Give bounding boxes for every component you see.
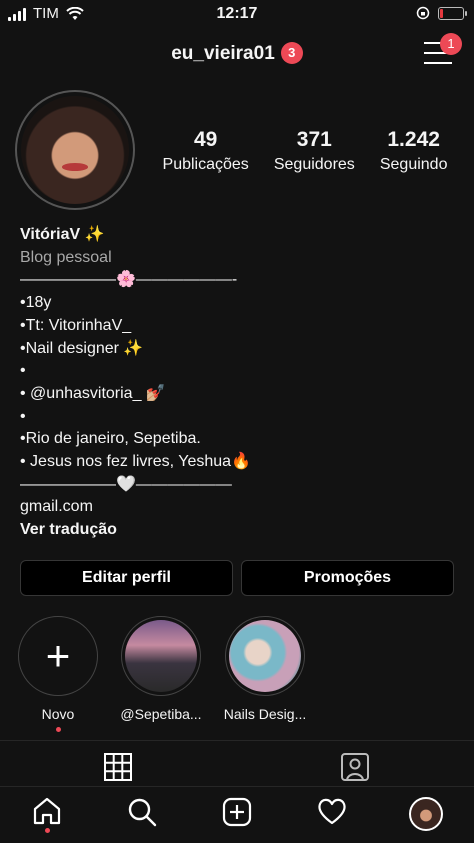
- profile-avatar-nav[interactable]: [406, 797, 446, 835]
- following-stat[interactable]: 1.242 Seguindo: [380, 128, 448, 174]
- bio-line: •Tt: VitorinhaV_: [20, 316, 132, 334]
- highlight-ring: [121, 616, 201, 696]
- display-name: VitóriaV ✨: [20, 226, 105, 243]
- profile-avatar[interactable]: [15, 90, 135, 210]
- bio-line: •18y: [20, 294, 52, 312]
- bio-line: •Nail designer ✨: [20, 339, 144, 357]
- promotions-button[interactable]: Promoções: [241, 560, 454, 596]
- account-switcher[interactable]: eu_vieira01 3: [0, 42, 474, 65]
- bio-line: gmail.com: [20, 498, 93, 516]
- profile-stats: 49 Publicações 371 Seguidores 1.242 Segu…: [150, 128, 460, 174]
- highlight-ring: [225, 616, 305, 696]
- following-count: 1.242: [387, 128, 440, 151]
- bio-line: • Jesus nos fez livres, Yeshua🔥: [20, 453, 251, 471]
- tagged-person-icon[interactable]: [335, 751, 375, 783]
- new-highlight-ring: +: [18, 616, 98, 696]
- profile-category: Blog pessoal: [20, 248, 112, 266]
- content-tabs: [0, 740, 474, 785]
- bio-line: •Rio de janeiro, Sepetiba.: [20, 430, 201, 448]
- notification-badge: 3: [280, 42, 303, 64]
- battery-level: [440, 8, 443, 18]
- rotation-lock-icon: [416, 6, 430, 20]
- hamburger-menu-icon[interactable]: 1: [424, 33, 462, 64]
- home-notification-dot: [44, 828, 50, 833]
- avatar: [409, 797, 443, 831]
- status-right: [416, 6, 467, 20]
- menu-badge: 1: [440, 33, 462, 55]
- bio-mention-link[interactable]: • @unhasvitoria_ 💅🏼: [20, 383, 460, 406]
- posts-count: 49: [193, 128, 218, 151]
- battery-icon: [438, 6, 467, 20]
- posts-stat[interactable]: 49 Publicações: [163, 128, 249, 174]
- status-bar: TIM 12:17: [0, 0, 474, 28]
- following-label: Seguindo: [379, 156, 448, 173]
- highlight-label: Nails Desig...: [223, 706, 307, 722]
- edit-profile-button[interactable]: Editar perfil: [20, 560, 233, 596]
- highlight-label: Novo: [41, 706, 75, 722]
- highlight-cover: [125, 620, 197, 692]
- home-icon[interactable]: [27, 797, 67, 835]
- followers-stat[interactable]: 371 Seguidores: [274, 128, 355, 174]
- bio-line: •: [20, 407, 26, 425]
- bottom-navigation: [0, 786, 474, 843]
- highlight-new[interactable]: + Novo: [3, 616, 113, 732]
- username: eu_vieira01: [171, 43, 275, 64]
- posts-label: Publicações: [162, 156, 249, 173]
- highlight-sepetiba[interactable]: @Sepetiba...: [106, 616, 216, 722]
- new-indicator-dot: [55, 727, 61, 732]
- grid-icon[interactable]: [98, 751, 138, 783]
- activity-heart-icon[interactable]: [312, 797, 352, 835]
- search-icon[interactable]: [122, 797, 162, 835]
- bio-line: •: [20, 362, 26, 380]
- followers-count: 371: [296, 128, 332, 151]
- bio-line: ——————🌸——————-: [20, 271, 238, 289]
- new-post-icon[interactable]: [217, 797, 257, 835]
- highlight-nails[interactable]: Nails Desig...: [210, 616, 320, 722]
- bio-line: ——————🤍——————: [20, 475, 232, 493]
- profile-header: eu_vieira01 3 1: [0, 30, 474, 78]
- followers-label: Seguidores: [273, 156, 355, 173]
- plus-icon: +: [45, 632, 71, 679]
- clock: 12:17: [216, 5, 258, 22]
- highlight-cover: [229, 620, 301, 692]
- profile-photo: [21, 96, 129, 204]
- see-translation-link[interactable]: Ver tradução: [20, 519, 460, 542]
- highlight-label: @Sepetiba...: [120, 706, 202, 722]
- story-highlights: + Novo @Sepetiba... Nails Desig...: [0, 616, 474, 732]
- profile-bio: VitóriaV ✨ Blog pessoal ——————🌸——————- •…: [20, 224, 460, 542]
- profile-actions: Editar perfil Promoções: [20, 560, 454, 596]
